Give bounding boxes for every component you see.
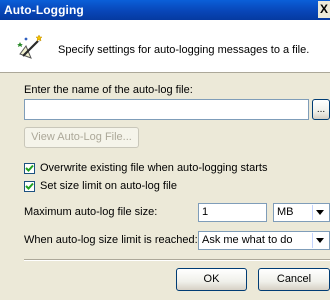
auto-log-file-label: Enter the name of the auto-log file: — [24, 84, 193, 96]
bottom-separator — [24, 259, 330, 261]
overwrite-label: Overwrite existing file when auto-loggin… — [40, 162, 268, 174]
size-unit-select[interactable]: MB — [273, 203, 330, 222]
dialog-header: Specify settings for auto-logging messag… — [0, 20, 330, 73]
max-size-input[interactable]: 1 — [198, 203, 267, 222]
close-button[interactable]: X — [318, 1, 330, 18]
cancel-button[interactable]: Cancel — [258, 268, 330, 291]
checkmark-icon — [25, 182, 34, 190]
dropdown-arrow-icon[interactable] — [312, 205, 328, 220]
browse-button[interactable]: ... — [312, 99, 330, 120]
ok-button[interactable]: OK — [176, 268, 247, 291]
size-limit-label: Set size limit on auto-log file — [40, 180, 177, 192]
size-unit-value: MB — [277, 206, 294, 218]
max-size-label: Maximum auto-log file size: — [24, 206, 158, 218]
dropdown-arrow-icon[interactable] — [312, 233, 328, 248]
checkmark-icon — [25, 164, 34, 172]
view-auto-log-file-button[interactable]: View Auto-Log File... — [24, 127, 139, 148]
wizard-wand-icon — [17, 34, 45, 62]
overwrite-checkbox[interactable] — [24, 163, 35, 174]
auto-logging-dialog: Auto-Logging X Specify settings for auto… — [0, 0, 330, 300]
title-bar: Auto-Logging X — [0, 0, 330, 20]
limit-action-select[interactable]: Ask me what to do — [198, 231, 330, 250]
limit-action-value: Ask me what to do — [202, 234, 293, 246]
window-title: Auto-Logging — [4, 3, 84, 17]
size-limit-checkbox[interactable] — [24, 181, 35, 192]
auto-log-file-input[interactable] — [24, 99, 309, 120]
limit-action-label: When auto-log size limit is reached: — [24, 234, 198, 246]
header-description: Specify settings for auto-logging messag… — [58, 44, 310, 56]
